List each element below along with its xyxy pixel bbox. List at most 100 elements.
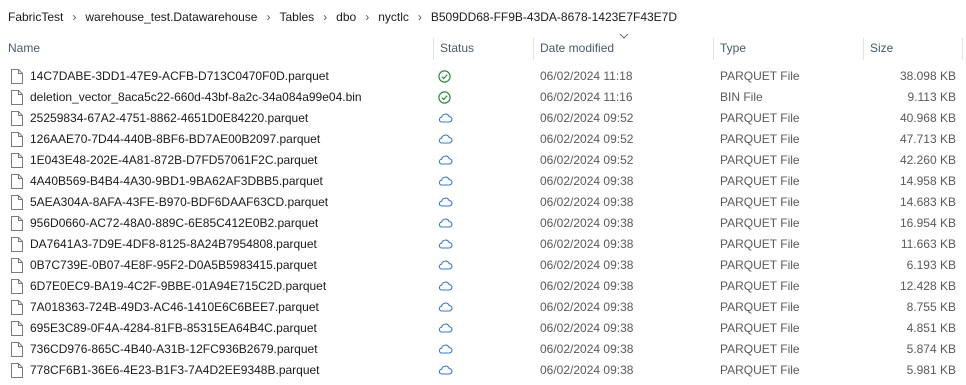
- file-size: 40.968 KB: [899, 111, 956, 125]
- file-row[interactable]: 14C7DABE-3DD1-47E9-ACFB-D713C0470F0D.par…: [0, 66, 966, 87]
- file-name: 0B7C739E-0B07-4E8F-95F2-D0A5B5983415.par…: [30, 258, 317, 272]
- file-name: 778CF6B1-36E6-4E23-B1F3-7A4D2EE9348B.par…: [30, 363, 320, 377]
- file-date-modified: 06/02/2024 09:38: [540, 216, 634, 230]
- file-size: 14.958 KB: [899, 174, 956, 188]
- file-icon: [11, 237, 23, 255]
- cloud-icon: [438, 217, 453, 231]
- file-size: 6.193 KB: [906, 258, 956, 272]
- cloud-icon: [438, 196, 453, 210]
- file-name: 4A40B569-B4B4-4A30-9BD1-9BA62AF3DBB5.par…: [30, 174, 323, 188]
- file-row[interactable]: 7A018363-724B-49D3-AC46-1410E6C6BEE7.par…: [0, 297, 966, 318]
- file-date-modified: 06/02/2024 11:16: [540, 90, 633, 104]
- cloud-icon: [438, 175, 453, 189]
- file-type: PARQUET File: [720, 153, 800, 167]
- column-divider[interactable]: [962, 38, 963, 60]
- file-row[interactable]: 0B7C739E-0B07-4E8F-95F2-D0A5B5983415.par…: [0, 255, 966, 276]
- breadcrumb-item[interactable]: nyctlc: [378, 10, 409, 24]
- breadcrumb-item[interactable]: warehouse_test.Datawarehouse: [85, 10, 257, 24]
- file-type: PARQUET File: [720, 69, 800, 83]
- file-date-modified: 06/02/2024 09:38: [540, 258, 634, 272]
- file-date-modified: 06/02/2024 09:38: [540, 300, 634, 314]
- breadcrumb-separator-icon[interactable]: ›: [257, 10, 279, 24]
- cloud-icon: [438, 112, 453, 126]
- file-icon: [11, 153, 23, 171]
- file-date-modified: 06/02/2024 09:52: [540, 111, 634, 125]
- file-size: 9.113 KB: [907, 90, 956, 104]
- file-size: 11.663 KB: [900, 237, 956, 251]
- file-icon: [11, 363, 23, 381]
- file-type: PARQUET File: [720, 195, 800, 209]
- file-size: 38.098 KB: [899, 69, 956, 83]
- file-icon: [11, 342, 23, 360]
- file-row[interactable]: 1E043E48-202E-4A81-872B-D7FD57061F2C.par…: [0, 150, 966, 171]
- breadcrumb-item[interactable]: Tables: [279, 10, 314, 24]
- cloud-icon: [438, 238, 453, 252]
- cloud-icon: [438, 259, 453, 273]
- file-size: 8.755 KB: [906, 300, 956, 314]
- breadcrumb: FabricTest › warehouse_test.Datawarehous…: [0, 0, 966, 34]
- breadcrumb-separator-icon[interactable]: ›: [409, 10, 431, 24]
- file-row[interactable]: deletion_vector_8aca5c22-660d-43bf-8a2c-…: [0, 87, 966, 108]
- breadcrumb-item[interactable]: FabricTest: [8, 10, 63, 24]
- breadcrumb-separator-icon[interactable]: ›: [314, 10, 336, 24]
- file-type: PARQUET File: [720, 237, 800, 251]
- breadcrumb-separator-icon[interactable]: ›: [63, 10, 85, 24]
- column-header-name[interactable]: Name: [8, 41, 40, 55]
- file-name: 956D0660-AC72-48A0-889C-6E85C412E0B2.par…: [30, 216, 319, 230]
- file-icon: [11, 132, 23, 150]
- column-divider[interactable]: [433, 38, 434, 60]
- file-row[interactable]: 4A40B569-B4B4-4A30-9BD1-9BA62AF3DBB5.par…: [0, 171, 966, 192]
- file-row[interactable]: 736CD976-865C-4B40-A31B-12FC936B2679.par…: [0, 339, 966, 360]
- breadcrumb-separator-icon[interactable]: ›: [356, 10, 378, 24]
- file-row[interactable]: 956D0660-AC72-48A0-889C-6E85C412E0B2.par…: [0, 213, 966, 234]
- file-date-modified: 06/02/2024 09:38: [540, 174, 634, 188]
- file-name: 736CD976-865C-4B40-A31B-12FC936B2679.par…: [30, 342, 318, 356]
- file-name: 695E3C89-0F4A-4284-81FB-85315EA64B4C.par…: [30, 321, 317, 335]
- file-icon: [11, 279, 23, 297]
- file-size: 42.260 KB: [899, 153, 956, 167]
- file-type: PARQUET File: [720, 363, 800, 377]
- column-header-bar: Name Status Date modified Type Size: [0, 33, 966, 62]
- file-icon: [11, 216, 23, 234]
- file-size: 4.851 KB: [906, 321, 956, 335]
- column-header-status[interactable]: Status: [440, 41, 474, 55]
- file-row[interactable]: 5AEA304A-8AFA-43FE-B970-BDF6DAAF63CD.par…: [0, 192, 966, 213]
- check-circle-icon: [438, 91, 451, 107]
- file-icon: [11, 90, 23, 108]
- cloud-icon: [438, 301, 453, 315]
- file-name: 1E043E48-202E-4A81-872B-D7FD57061F2C.par…: [30, 153, 318, 167]
- file-row[interactable]: DA7641A3-7D9E-4DF8-8125-8A24B7954808.par…: [0, 234, 966, 255]
- file-row[interactable]: 126AAE70-7D44-440B-8BF6-BD7AE00B2097.par…: [0, 129, 966, 150]
- file-type: PARQUET File: [720, 279, 800, 293]
- file-icon: [11, 69, 23, 87]
- column-header-date-modified[interactable]: Date modified: [540, 41, 614, 55]
- column-divider[interactable]: [713, 38, 714, 60]
- file-date-modified: 06/02/2024 09:52: [540, 153, 634, 167]
- file-date-modified: 06/02/2024 11:18: [540, 69, 633, 83]
- column-divider[interactable]: [863, 38, 864, 60]
- breadcrumb-item[interactable]: dbo: [336, 10, 356, 24]
- file-icon: [11, 111, 23, 129]
- file-date-modified: 06/02/2024 09:38: [540, 279, 634, 293]
- file-type: PARQUET File: [720, 300, 800, 314]
- file-name: 126AAE70-7D44-440B-8BF6-BD7AE00B2097.par…: [30, 132, 321, 146]
- file-size: 12.428 KB: [899, 279, 956, 293]
- file-row[interactable]: 778CF6B1-36E6-4E23-B1F3-7A4D2EE9348B.par…: [0, 360, 966, 381]
- file-list: 14C7DABE-3DD1-47E9-ACFB-D713C0470F0D.par…: [0, 66, 966, 381]
- file-size: 47.713 KB: [899, 132, 956, 146]
- column-header-size[interactable]: Size: [870, 41, 893, 55]
- breadcrumb-item-current[interactable]: B509DD68-FF9B-43DA-8678-1423E7F43E7D: [431, 10, 677, 24]
- column-divider[interactable]: [533, 38, 534, 60]
- file-type: BIN File: [720, 90, 763, 104]
- file-size: 5.874 KB: [906, 342, 956, 356]
- file-type: PARQUET File: [720, 111, 800, 125]
- column-header-type[interactable]: Type: [720, 41, 746, 55]
- file-row[interactable]: 6D7E0EC9-BA19-4C2F-9BBE-01A94E715C2D.par…: [0, 276, 966, 297]
- chevron-down-icon: [619, 33, 629, 39]
- file-type: PARQUET File: [720, 132, 800, 146]
- cloud-icon: [438, 280, 453, 294]
- file-row[interactable]: 25259834-67A2-4751-8862-4651D0E84220.par…: [0, 108, 966, 129]
- file-row[interactable]: 695E3C89-0F4A-4284-81FB-85315EA64B4C.par…: [0, 318, 966, 339]
- file-type: PARQUET File: [720, 174, 800, 188]
- file-type: PARQUET File: [720, 258, 800, 272]
